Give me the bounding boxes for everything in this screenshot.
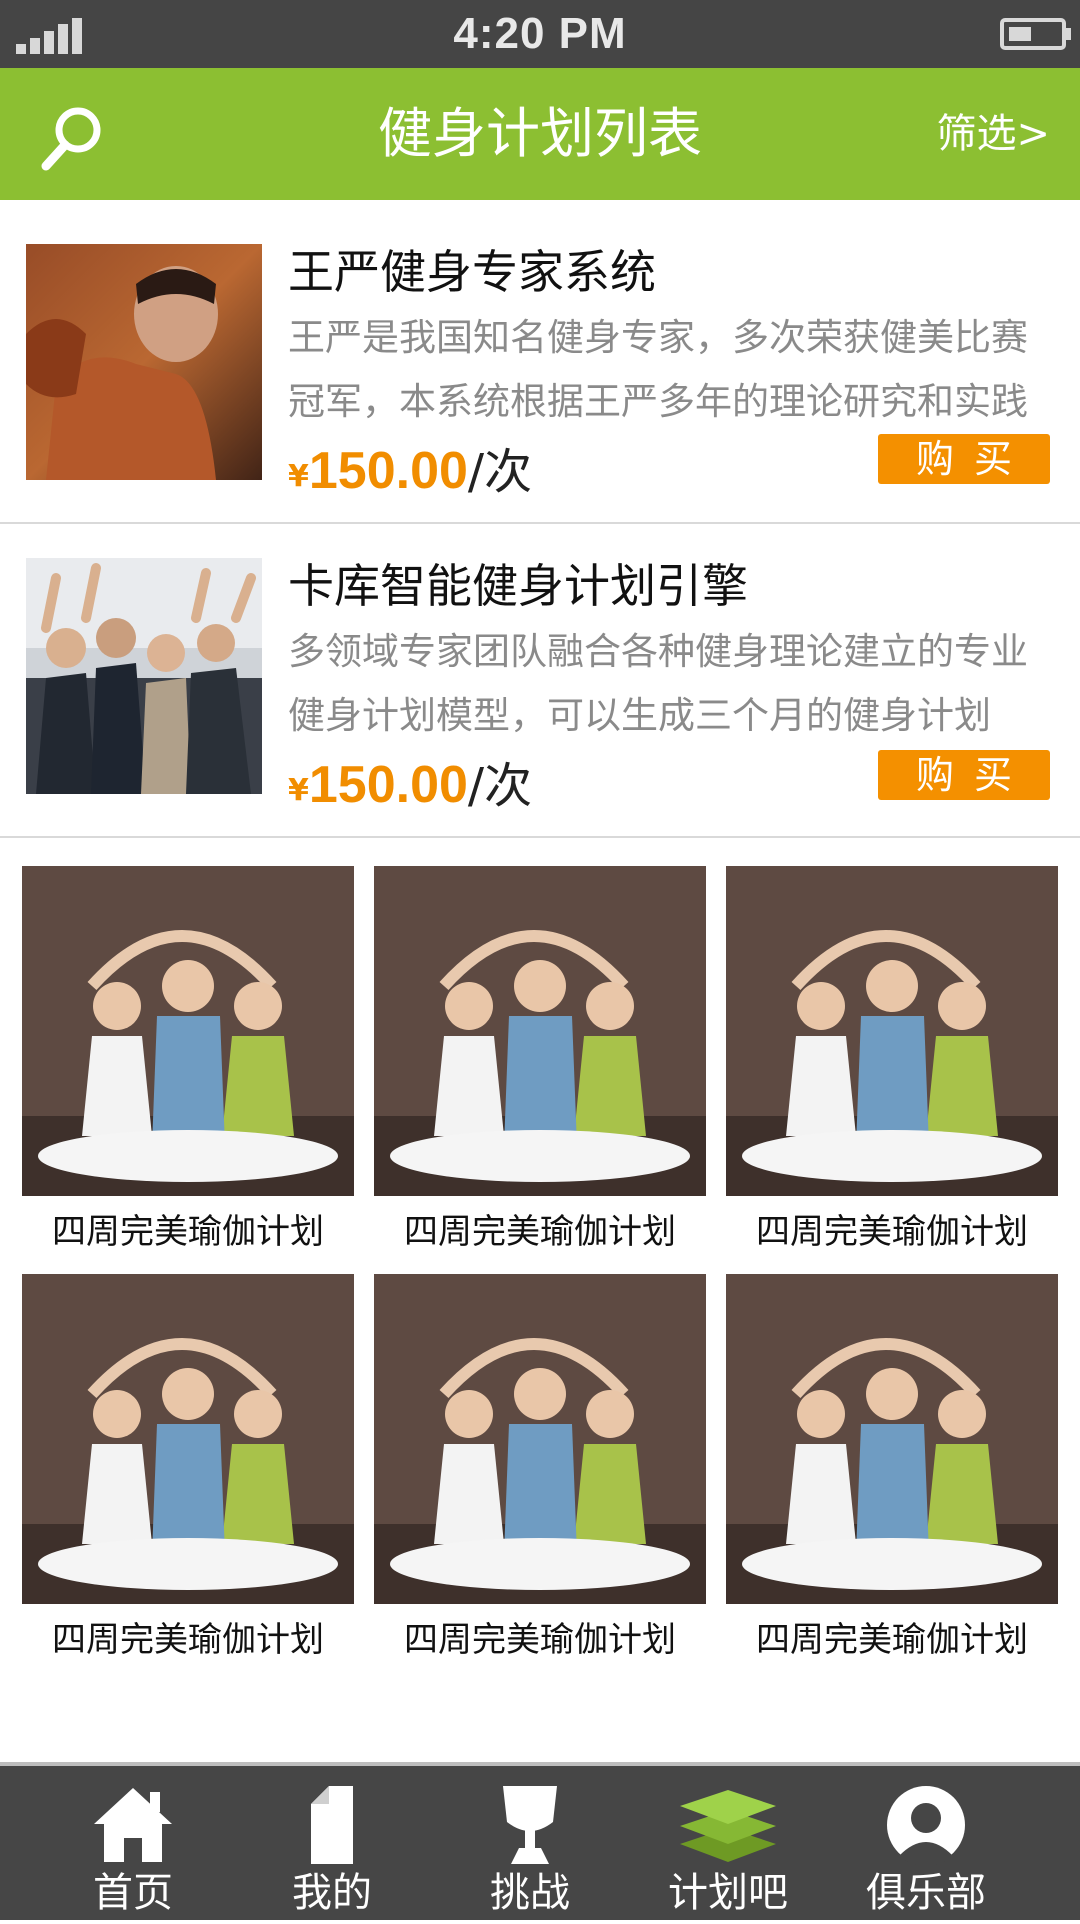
buy-button[interactable]: 购买 xyxy=(878,434,1050,484)
grid-item-label: 四周完美瑜伽计划 xyxy=(52,1620,324,1660)
home-icon xyxy=(94,1788,172,1862)
plan-price: ¥150.00/次 xyxy=(288,746,532,816)
grid-item-label: 四周完美瑜伽计划 xyxy=(404,1620,676,1660)
currency-symbol: ¥ xyxy=(288,459,309,494)
nav-label: 计划吧 xyxy=(668,1870,788,1916)
plan-title: 卡库智能健身计划引擎 xyxy=(288,559,748,613)
nav-label: 挑战 xyxy=(490,1870,570,1916)
trophy-icon xyxy=(503,1786,557,1864)
plan-description: 王严是我国知名健身专家，多次荣获健美比赛冠军，本系统根据王严多年的理论研究和实践… xyxy=(288,316,1028,423)
plan-thumbnail-bodybuilder xyxy=(26,244,262,480)
layers-icon xyxy=(680,1790,776,1862)
status-time: 4:20 PM xyxy=(453,9,627,58)
plan-title: 王严健身专家系统 xyxy=(288,245,656,299)
plan-item[interactable]: 王严健身专家系统 王严是我国知名健身专家，多次荣获健美比赛冠军，本系统根据王严多… xyxy=(0,210,1080,524)
grid-item[interactable]: 四周完美瑜伽计划 xyxy=(726,866,1058,1253)
yoga-plan-image xyxy=(22,1274,354,1604)
yoga-plan-image xyxy=(374,866,706,1196)
grid-item[interactable]: 四周完美瑜伽计划 xyxy=(22,866,354,1253)
grid-item[interactable]: 四周完美瑜伽计划 xyxy=(374,1274,706,1661)
grid-item[interactable]: 四周完美瑜伽计划 xyxy=(22,1274,354,1661)
document-icon xyxy=(311,1786,353,1864)
filter-button[interactable]: 筛选> xyxy=(936,68,1050,200)
nav-label: 俱乐部 xyxy=(866,1870,986,1916)
plan-description: 多领域专家团队融合各种健身理论建立的专业健身计划模型，可以生成三个月的健身计划 xyxy=(288,630,1028,737)
nav-label: 我的 xyxy=(292,1870,372,1916)
bottom-nav: 首页 我的 挑战 计划吧 俱乐部 xyxy=(0,1762,1080,1920)
app-header: 健身计划列表 筛选> xyxy=(0,68,1080,200)
currency-symbol: ¥ xyxy=(288,773,309,808)
price-value: 150.00 xyxy=(308,756,468,814)
plan-item[interactable]: 卡库智能健身计划引擎 多领域专家团队融合各种健身理论建立的专业健身计划模型，可以… xyxy=(0,524,1080,838)
nav-item-club[interactable]: 俱乐部 xyxy=(818,1766,1034,1924)
grid-item-label: 四周完美瑜伽计划 xyxy=(756,1620,1028,1660)
plan-thumbnail-team xyxy=(26,558,262,794)
grid-item-label: 四周完美瑜伽计划 xyxy=(756,1212,1028,1252)
yoga-plan-image xyxy=(22,866,354,1196)
user-icon xyxy=(887,1786,965,1866)
buy-button[interactable]: 购买 xyxy=(878,750,1050,800)
nav-item-mine[interactable]: 我的 xyxy=(224,1766,440,1924)
price-unit: /次 xyxy=(467,758,533,814)
nav-label: 首页 xyxy=(93,1870,173,1916)
nav-item-challenge[interactable]: 挑战 xyxy=(422,1766,638,1924)
yoga-plan-image xyxy=(374,1274,706,1604)
grid-item[interactable]: 四周完美瑜伽计划 xyxy=(726,1274,1058,1661)
yoga-plan-image xyxy=(726,1274,1058,1604)
nav-item-home[interactable]: 首页 xyxy=(25,1766,241,1924)
battery-icon xyxy=(1000,18,1071,50)
yoga-plan-image xyxy=(726,866,1058,1196)
page-title: 健身计划列表 xyxy=(378,102,702,165)
status-bar: 4:20 PM xyxy=(0,0,1080,68)
price-unit: /次 xyxy=(467,444,533,500)
grid-item-label: 四周完美瑜伽计划 xyxy=(52,1212,324,1252)
plan-price: ¥150.00/次 xyxy=(288,432,532,502)
grid-item-label: 四周完美瑜伽计划 xyxy=(404,1212,676,1252)
price-value: 150.00 xyxy=(308,442,468,500)
nav-item-plans[interactable]: 计划吧 xyxy=(620,1766,836,1924)
grid-item[interactable]: 四周完美瑜伽计划 xyxy=(374,866,706,1253)
